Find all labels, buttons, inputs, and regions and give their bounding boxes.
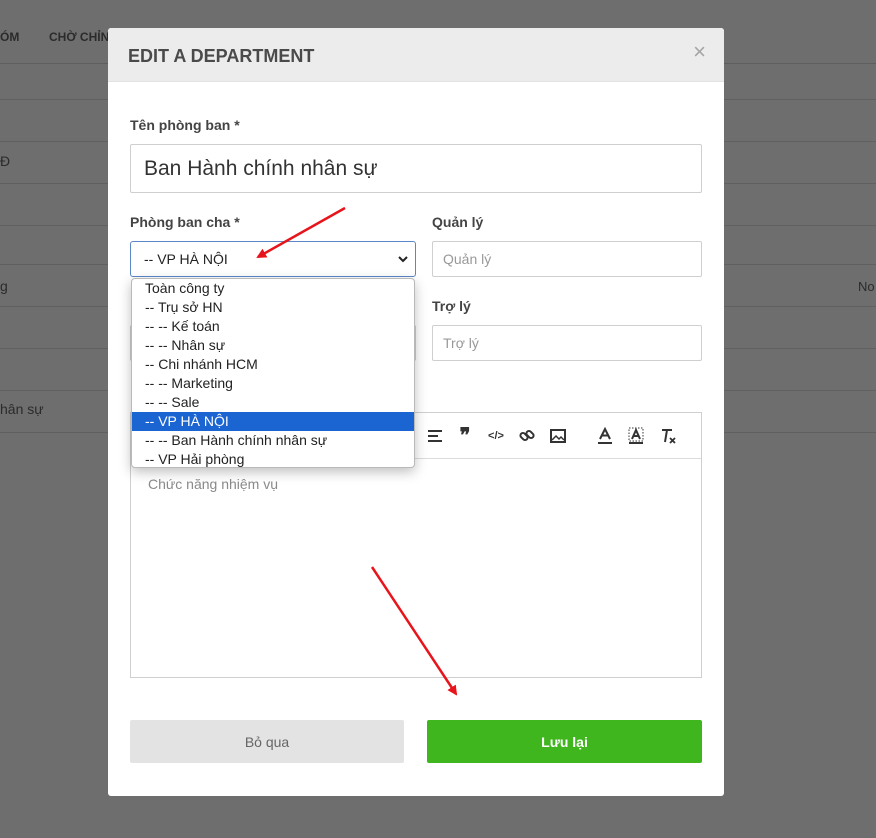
link-icon[interactable] [517,427,537,445]
description-placeholder: Chức năng nhiệm vụ [148,476,278,492]
dropdown-option[interactable]: -- -- Marketing [132,374,414,393]
background-color-icon[interactable] [626,427,646,445]
parent-department-label: Phòng ban cha * [130,214,240,230]
dropdown-option[interactable]: -- -- Sale [132,393,414,412]
dropdown-option[interactable]: -- VP Hải phòng [132,450,414,467]
manager-input[interactable]: Quản lý [432,241,702,277]
dropdown-option[interactable]: -- Chi nhánh HCM [132,355,414,374]
background-text: No [858,279,875,294]
chevron-down-icon [398,256,408,263]
cancel-button[interactable]: Bỏ qua [130,720,404,763]
image-icon[interactable] [548,427,568,445]
code-icon[interactable]: </> [486,427,506,445]
font-color-icon[interactable] [595,427,615,445]
dropdown-option[interactable]: -- -- Nhân sự [132,336,414,355]
assistant-input[interactable]: Trợ lý [432,325,702,361]
background-tab[interactable]: CHỜ CHỈN [49,30,109,44]
align-left-icon[interactable] [425,427,445,445]
assistant-label: Trợ lý [432,298,471,314]
background-text: Đ [0,153,11,169]
dropdown-option[interactable]: -- -- Ban Hành chính nhân sự [132,431,414,450]
background-text: g [0,278,8,294]
dropdown-option[interactable]: -- -- Kế toán [132,317,414,336]
dropdown-option-selected[interactable]: -- VP HÀ NỘI [132,412,414,431]
department-name-label: Tên phòng ban * [130,117,240,133]
clear-format-icon[interactable] [658,427,678,445]
modal-title: EDIT A DEPARTMENT [128,46,315,66]
manager-label: Quản lý [432,214,484,230]
dropdown-option[interactable]: -- Trụ sở HN [132,298,414,317]
parent-department-dropdown: Toàn công ty -- Trụ sở HN -- -- Kế toán … [131,278,415,468]
close-icon[interactable]: × [693,41,706,63]
dropdown-option[interactable]: Toàn công ty [132,279,414,298]
background-text: hân sự [0,401,44,417]
quote-icon[interactable]: ❞ [455,426,475,446]
background-tab[interactable]: ÓM [0,30,19,44]
parent-department-value: -- VP HÀ NỘI [144,251,228,267]
save-button[interactable]: Lưu lại [427,720,702,763]
parent-department-select[interactable]: -- VP HÀ NỘI [130,241,416,277]
modal-header: EDIT A DEPARTMENT × [108,28,724,82]
department-name-input[interactable]: Ban Hành chính nhân sự [130,144,702,193]
